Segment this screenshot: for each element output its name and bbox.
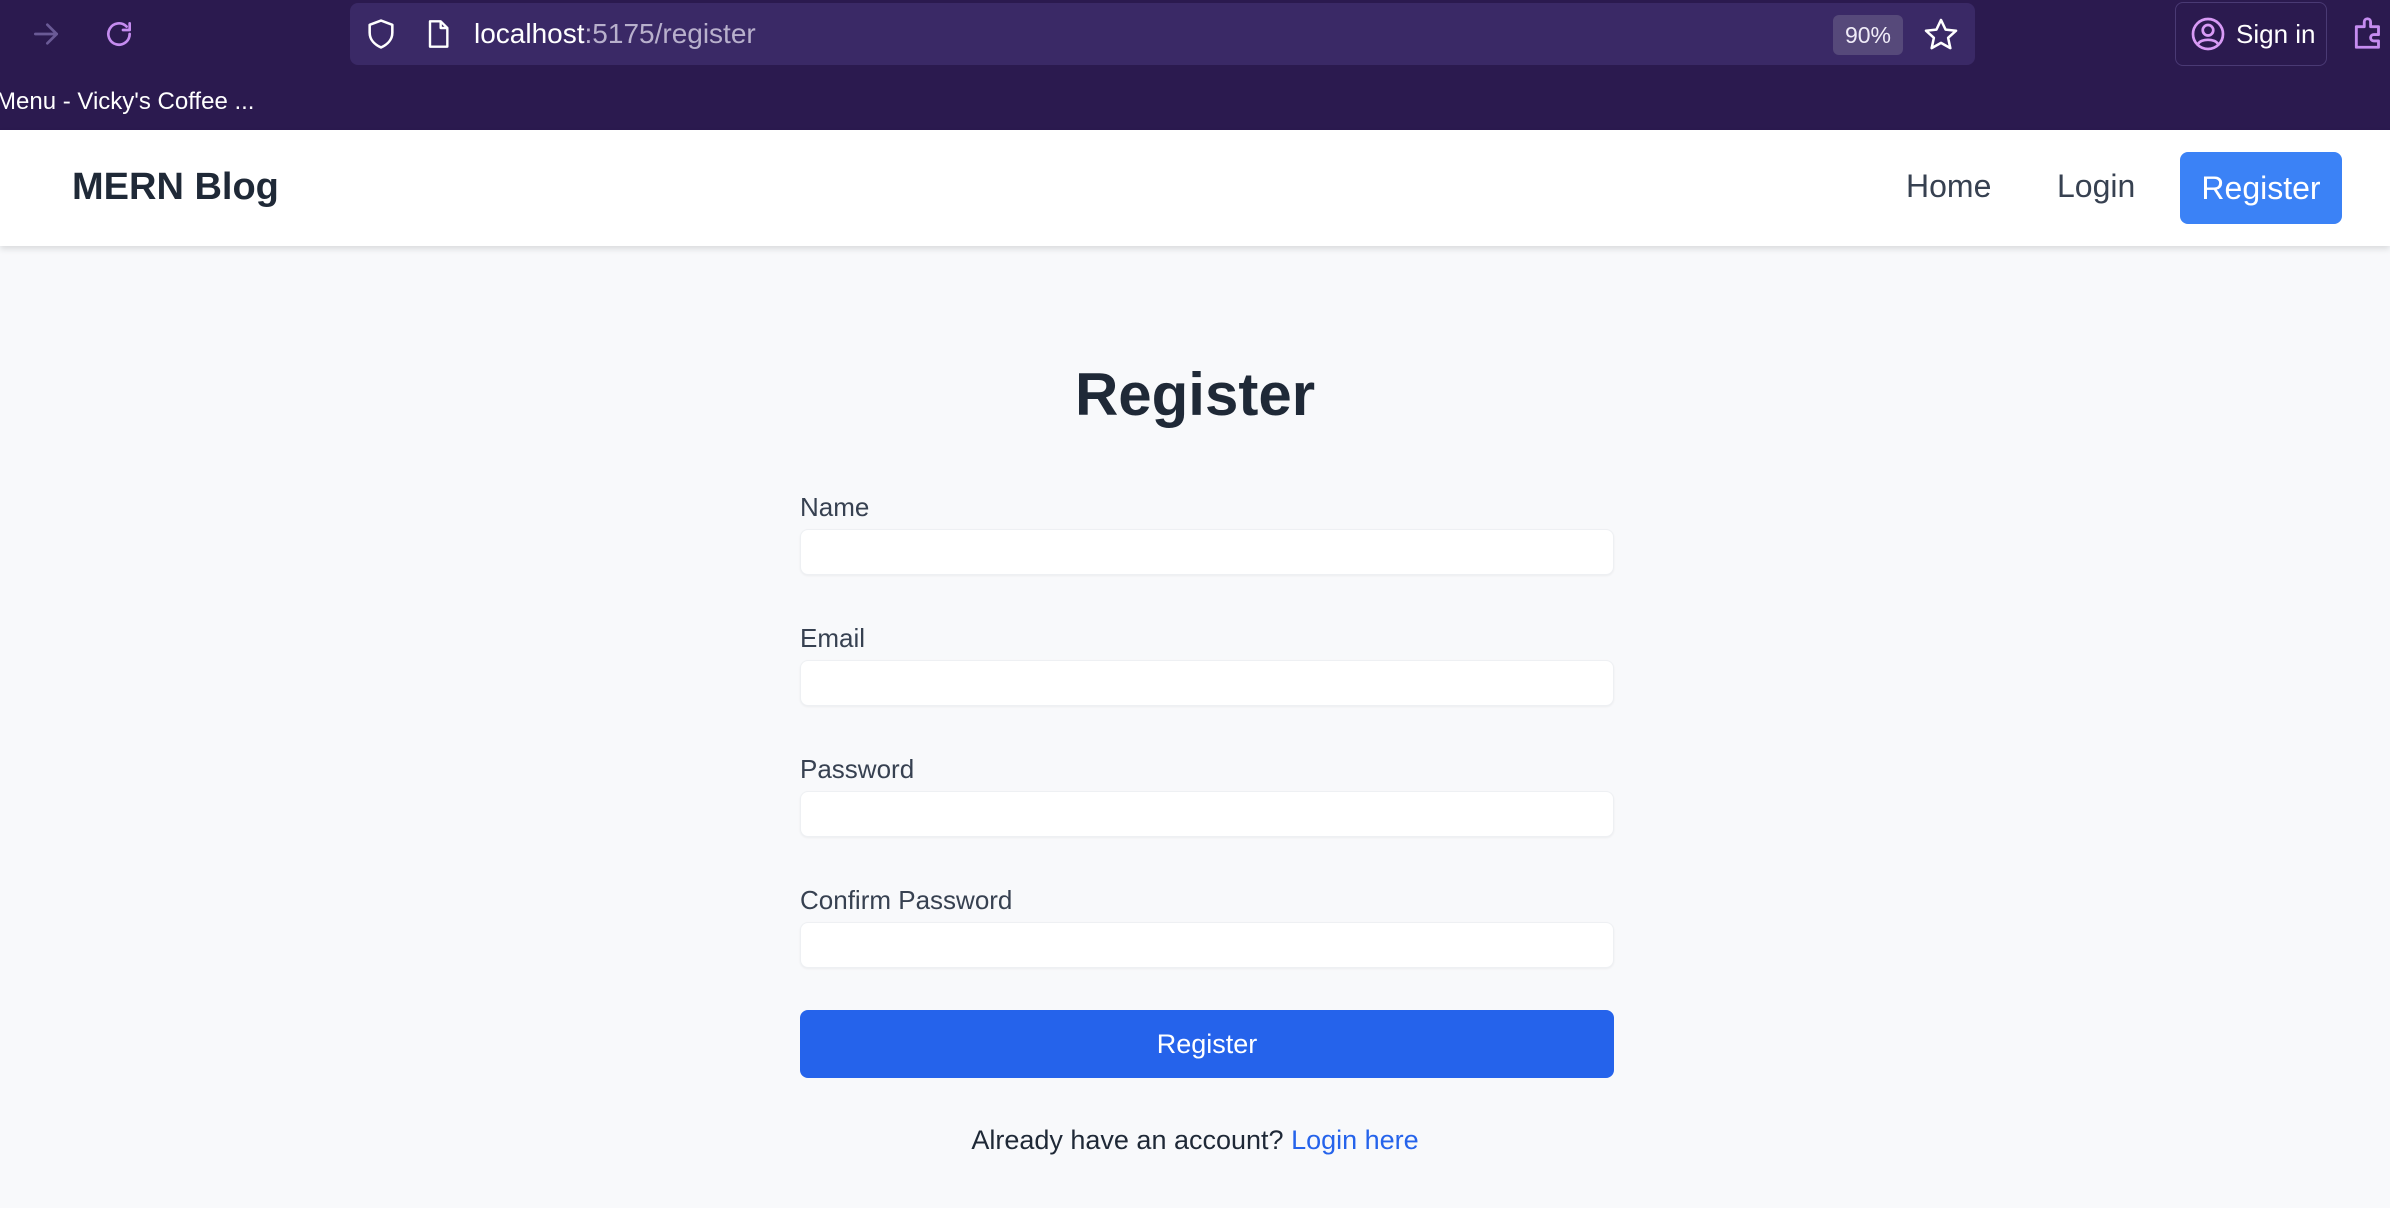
sign-in-label: Sign in <box>2236 18 2316 49</box>
name-input[interactable] <box>800 529 1614 575</box>
bookmark-item[interactable]: Menu - Vicky's Coffee ... <box>0 88 254 116</box>
url-host: localhost <box>474 18 585 49</box>
reload-icon <box>107 22 131 46</box>
email-input[interactable] <box>800 660 1614 706</box>
reload-button[interactable] <box>97 14 141 54</box>
nav-home-link[interactable]: Home <box>1906 168 1991 205</box>
confirm-password-input[interactable] <box>800 922 1614 968</box>
name-label: Name <box>800 492 870 522</box>
brand-logo[interactable]: MERN Blog <box>72 166 279 209</box>
app-navbar: MERN Blog Home Login Register <box>0 130 2390 246</box>
url-text[interactable]: localhost:5175/register <box>474 18 756 50</box>
login-prompt: Already have an account? Login here <box>0 1125 2390 1156</box>
star-icon[interactable] <box>1922 16 1960 54</box>
forward-icon <box>34 23 58 45</box>
browser-chrome: localhost:5175/register 90% Sign in Menu… <box>0 0 2390 130</box>
password-input[interactable] <box>800 791 1614 837</box>
shield-icon[interactable] <box>364 17 398 51</box>
page-title: Register <box>1074 361 1316 428</box>
nav-register-button[interactable]: Register <box>2180 152 2342 224</box>
sign-in-button[interactable]: Sign in <box>2175 2 2327 66</box>
forward-button[interactable] <box>24 14 68 54</box>
address-bar[interactable]: localhost:5175/register 90% <box>350 3 1975 65</box>
register-submit-button[interactable]: Register <box>800 1010 1614 1078</box>
zoom-badge[interactable]: 90% <box>1833 15 1903 55</box>
account-icon <box>2191 17 2225 51</box>
login-prompt-text: Already have an account? <box>971 1125 1284 1155</box>
login-here-link[interactable]: Login here <box>1291 1125 1419 1155</box>
password-label: Password <box>800 754 915 784</box>
browser-toolbar: localhost:5175/register 90% Sign in <box>0 0 2390 68</box>
nav-login-link[interactable]: Login <box>2057 168 2135 205</box>
email-label: Email <box>800 623 866 653</box>
url-path: :5175/register <box>584 18 756 49</box>
extensions-icon[interactable] <box>2350 14 2388 52</box>
confirm-password-label: Confirm Password <box>800 885 1013 915</box>
page-icon <box>428 20 449 48</box>
